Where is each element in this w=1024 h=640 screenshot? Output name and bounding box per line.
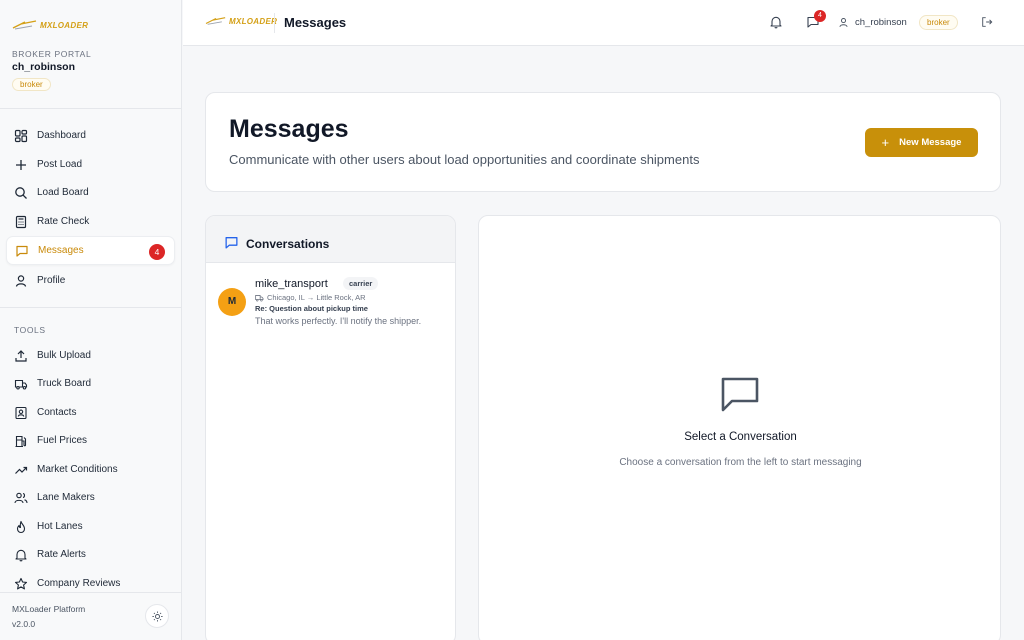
sidebar-item-label: Contacts — [37, 407, 77, 418]
current-username[interactable]: ch_robinson — [855, 17, 907, 28]
sidebar-item-load-board[interactable]: Load Board — [6, 178, 175, 207]
sidebar-item-label: Messages — [38, 245, 84, 256]
conversations-header: Conversations — [206, 216, 455, 263]
plus-icon: + — [881, 135, 890, 150]
messages-subtitle: Communicate with other users about load … — [229, 152, 700, 167]
sidebar-item-label: Profile — [37, 275, 66, 286]
empty-state-title: Select a Conversation — [684, 431, 797, 443]
portal-username: ch_robinson — [12, 61, 76, 73]
notifications-bell-icon[interactable] — [769, 15, 783, 29]
sidebar-item-label: Hot Lanes — [37, 521, 83, 532]
conversation-preview: That works perfectly. I'll notify the sh… — [255, 316, 422, 326]
sidebar-item-label: Load Board — [37, 187, 89, 198]
logo-text: MXLOADER — [229, 16, 278, 26]
conversation-name: mike_transport — [255, 278, 328, 290]
truck-logo-icon — [12, 20, 37, 30]
sidebar-item-label: Fuel Prices — [37, 435, 88, 446]
sidebar-item-label: Rate Check — [37, 216, 90, 227]
sidebar-item-company-reviews[interactable]: Company Reviews — [6, 569, 175, 598]
conversations-panel: Conversations M mike_transport carrier C… — [205, 215, 456, 640]
unread-badge: 4 — [149, 244, 165, 260]
upload-icon — [15, 349, 27, 362]
sidebar: MXLOADER BROKER PORTAL ch_robinson broke… — [0, 0, 182, 640]
calculator-icon — [15, 215, 27, 228]
messages-count-badge: 4 — [814, 10, 826, 22]
sidebar-divider — [0, 108, 182, 109]
dashboard-icon — [14, 129, 28, 142]
star-icon — [14, 577, 28, 589]
role-badge: broker — [12, 78, 51, 91]
sidebar-item-fuel-prices[interactable]: Fuel Prices — [6, 426, 175, 455]
sidebar-divider — [0, 592, 182, 593]
plus-icon — [16, 159, 26, 170]
platform-name: MXLoader Platform — [12, 604, 86, 614]
sidebar-divider — [0, 307, 182, 308]
sidebar-item-rate-check[interactable]: Rate Check — [6, 207, 175, 236]
trending-up-icon — [15, 466, 28, 474]
sidebar-item-rate-alerts[interactable]: Rate Alerts — [6, 540, 175, 569]
bell-icon — [15, 549, 27, 561]
empty-state-subtitle: Choose a conversation from the left to s… — [619, 457, 862, 468]
route-text: Chicago, IL → Little Rock, AR — [267, 293, 366, 302]
logo-text: MXLOADER — [40, 20, 89, 30]
conversation-subject: Re: Question about pickup time — [255, 304, 368, 313]
sidebar-item-label: Market Conditions — [37, 464, 118, 475]
conversation-route: Chicago, IL → Little Rock, AR — [255, 293, 366, 302]
flame-icon — [16, 520, 26, 533]
sidebar-item-label: Dashboard — [37, 130, 86, 141]
sidebar-item-label: Post Load — [37, 159, 83, 170]
logout-icon[interactable] — [981, 16, 993, 28]
sidebar-item-market-conditions[interactable]: Market Conditions — [6, 455, 175, 484]
user-icon — [839, 18, 848, 27]
users-icon — [14, 492, 28, 503]
truck-icon — [14, 379, 28, 390]
top-divider — [274, 13, 275, 33]
fuel-icon — [15, 435, 27, 447]
tools-section-label: TOOLS — [14, 325, 46, 335]
user-icon — [15, 274, 27, 287]
conversation-item[interactable]: M mike_transport carrier Chicago, IL → L… — [206, 264, 455, 332]
page-title: Messages — [284, 15, 347, 30]
top-bar: MXLOADER Messages 4 ch_robinson broker — [183, 0, 1024, 46]
search-icon — [15, 186, 27, 199]
sidebar-item-truck-board[interactable]: Truck Board — [6, 369, 175, 398]
theme-toggle-button[interactable] — [145, 604, 169, 628]
platform-version: v2.0.0 — [12, 619, 36, 629]
message-icon — [16, 245, 28, 257]
sidebar-item-hot-lanes[interactable]: Hot Lanes — [6, 512, 175, 541]
portal-label: BROKER PORTAL — [12, 49, 92, 59]
sidebar-item-lane-makers[interactable]: Lane Makers — [6, 483, 175, 512]
user-role-badge: broker — [919, 15, 958, 30]
message-icon — [225, 237, 238, 249]
sidebar-item-label: Lane Makers — [37, 492, 95, 503]
truck-logo-icon — [205, 17, 226, 25]
sidebar-item-messages[interactable]: Messages 4 — [6, 236, 175, 265]
new-message-button[interactable]: + New Message — [865, 128, 978, 157]
message-panel: Select a Conversation Choose a conversat… — [478, 215, 1001, 640]
contacts-icon — [15, 406, 27, 419]
message-square-icon — [721, 377, 759, 412]
sidebar-item-label: Rate Alerts — [37, 549, 86, 560]
messages-header-card: Messages Communicate with other users ab… — [205, 92, 1001, 192]
sun-icon — [151, 610, 163, 622]
avatar: M — [218, 288, 246, 316]
sidebar-item-post-load[interactable]: Post Load — [6, 150, 175, 179]
conversation-role-badge: carrier — [343, 277, 379, 290]
conversations-title: Conversations — [246, 237, 330, 251]
sidebar-item-label: Company Reviews — [37, 578, 121, 589]
sidebar-item-label: Truck Board — [37, 378, 92, 389]
sidebar-item-profile[interactable]: Profile — [6, 266, 175, 295]
truck-icon — [255, 294, 264, 301]
messages-heading: Messages — [229, 115, 349, 143]
sidebar-item-bulk-upload[interactable]: Bulk Upload — [6, 341, 175, 370]
sidebar-item-label: Bulk Upload — [37, 350, 91, 361]
sidebar-item-contacts[interactable]: Contacts — [6, 398, 175, 427]
top-brand-logo[interactable]: MXLOADER — [205, 16, 277, 26]
brand-logo[interactable]: MXLOADER — [12, 19, 88, 31]
sidebar-item-dashboard[interactable]: Dashboard — [6, 121, 175, 150]
new-message-label: New Message — [899, 137, 962, 148]
